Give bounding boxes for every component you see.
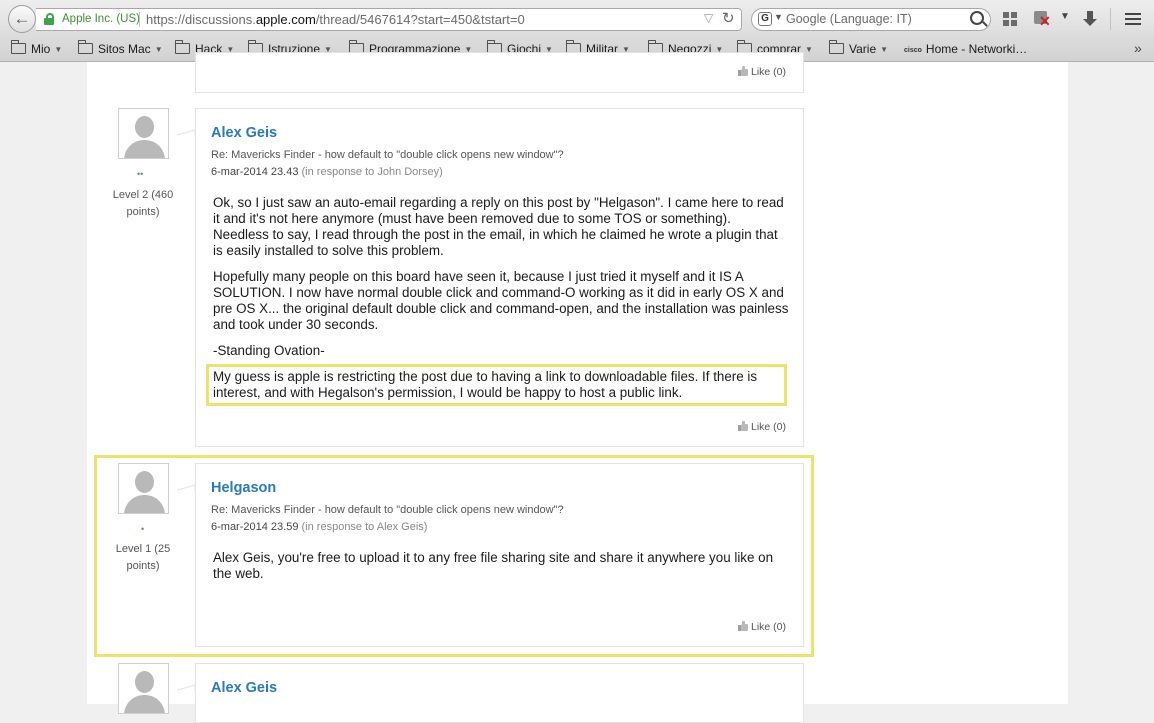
bookmark-folder-varie[interactable]: Varie ▼ (828, 40, 889, 58)
hamburger-menu-icon[interactable] (1125, 13, 1141, 25)
url-path: /thread/5467614?start=450&tstart=0 (315, 12, 525, 27)
search-engine-caret-icon[interactable]: ▼ (774, 12, 783, 22)
search-bar[interactable]: G ▼ Google (Language: IT) (751, 8, 991, 31)
toolbar-separator (1110, 8, 1111, 30)
adblock-menu-caret-icon[interactable]: ▼ (1060, 11, 1070, 22)
reload-icon[interactable]: ↻ (722, 9, 735, 27)
chevron-down-icon: ▼ (154, 45, 163, 54)
google-g-icon[interactable]: G (758, 12, 772, 26)
menu-bar-line (1125, 13, 1141, 15)
like-label: Like (0) (751, 421, 787, 433)
bookmark-label: Sitos Mac (98, 42, 151, 56)
bookmark-label: Mio (31, 42, 51, 56)
chevron-down-icon: ▼ (880, 45, 889, 54)
url-bar[interactable]: Apple Inc. (US) https://discussions.appl… (36, 8, 742, 31)
menu-bar-line (1125, 23, 1141, 25)
folder-icon (174, 40, 190, 54)
site-identity[interactable]: Apple Inc. (US) (62, 13, 140, 25)
avatar[interactable] (118, 663, 169, 714)
url-history-dropdown-icon[interactable]: ▽ (704, 11, 713, 25)
folder-icon (10, 40, 26, 54)
grid-cell (1003, 20, 1009, 26)
post-subject[interactable]: Re: Mavericks Finder - how default to "d… (211, 149, 564, 161)
like-button[interactable]: Like (0) (738, 421, 786, 433)
bookmarks-overflow-icon[interactable]: » (1134, 40, 1142, 56)
user-level-line: Level 2 (460 (112, 189, 174, 201)
url-text[interactable]: https://discussions.apple.com/thread/546… (146, 12, 525, 27)
post-meta: 6-mar-2014 23.43 (in response to John Do… (211, 166, 443, 178)
url-separator (139, 12, 140, 27)
folder-icon (77, 40, 93, 54)
bookmark-folder-mio[interactable]: Mio ▼ (10, 40, 63, 58)
post-paragraph: Hopefully many people on this board have… (213, 269, 789, 332)
adblock-icon[interactable]: ✕ (1034, 11, 1051, 28)
back-arrow-icon: ← (13, 9, 31, 28)
user-level-dots: •• (137, 169, 144, 179)
post-card: Like (0) (195, 52, 804, 93)
user-level-line: points) (126, 206, 160, 218)
post-date: 6-mar-2014 23.43 (211, 166, 299, 178)
bookmark-folder-sitos-mac[interactable]: Sitos Mac ▼ (77, 40, 163, 58)
grid-cell (1003, 12, 1009, 18)
highlight-box (206, 364, 787, 406)
post-paragraph: -Standing Ovation- (213, 343, 325, 358)
bookmark-label: Home - Networki… (925, 42, 1028, 56)
url-domain: apple.com (255, 12, 316, 27)
post-author[interactable]: Alex Geis (211, 680, 277, 696)
thumbs-up-icon (738, 421, 748, 431)
avatar[interactable] (118, 108, 169, 159)
highlight-box (94, 455, 814, 657)
chevron-down-icon: ▼ (805, 45, 813, 54)
menu-bar-line (1125, 18, 1141, 20)
search-placeholder[interactable]: Google (Language: IT) (786, 12, 912, 26)
grid-icon[interactable] (1003, 12, 1017, 26)
url-prefix: https://discussions. (146, 12, 256, 27)
folder-icon (828, 40, 844, 54)
back-button[interactable]: ← (8, 5, 36, 33)
bookmark-home-networking[interactable]: cisco Home - Networki… (904, 41, 1027, 58)
page-content: Like (0) •• Level 2 (460 points) Alex Ge… (87, 52, 1068, 723)
grid-cell (1011, 20, 1017, 26)
bookmark-label: Varie (849, 42, 877, 56)
like-button[interactable]: Like (0) (738, 66, 786, 78)
download-icon[interactable] (1082, 11, 1098, 27)
grid-cell (1011, 12, 1017, 18)
post-author[interactable]: Alex Geis (211, 125, 277, 141)
search-icon[interactable] (970, 11, 984, 25)
post-card: Alex Geis (195, 663, 804, 723)
lock-icon (44, 13, 54, 25)
thumbs-up-icon (738, 66, 748, 76)
cisco-favicon: cisco (904, 47, 922, 54)
post-paragraph: Ok, so I just saw an auto-email regardin… (213, 195, 784, 258)
speech-tail (177, 684, 196, 691)
chevron-down-icon: ▼ (54, 45, 63, 54)
in-response-to[interactable]: (in response to John Dorsey) (302, 166, 443, 178)
speech-tail (177, 129, 196, 136)
like-label: Like (0) (751, 66, 787, 78)
user-level: Level 2 (460 points) (103, 187, 183, 221)
